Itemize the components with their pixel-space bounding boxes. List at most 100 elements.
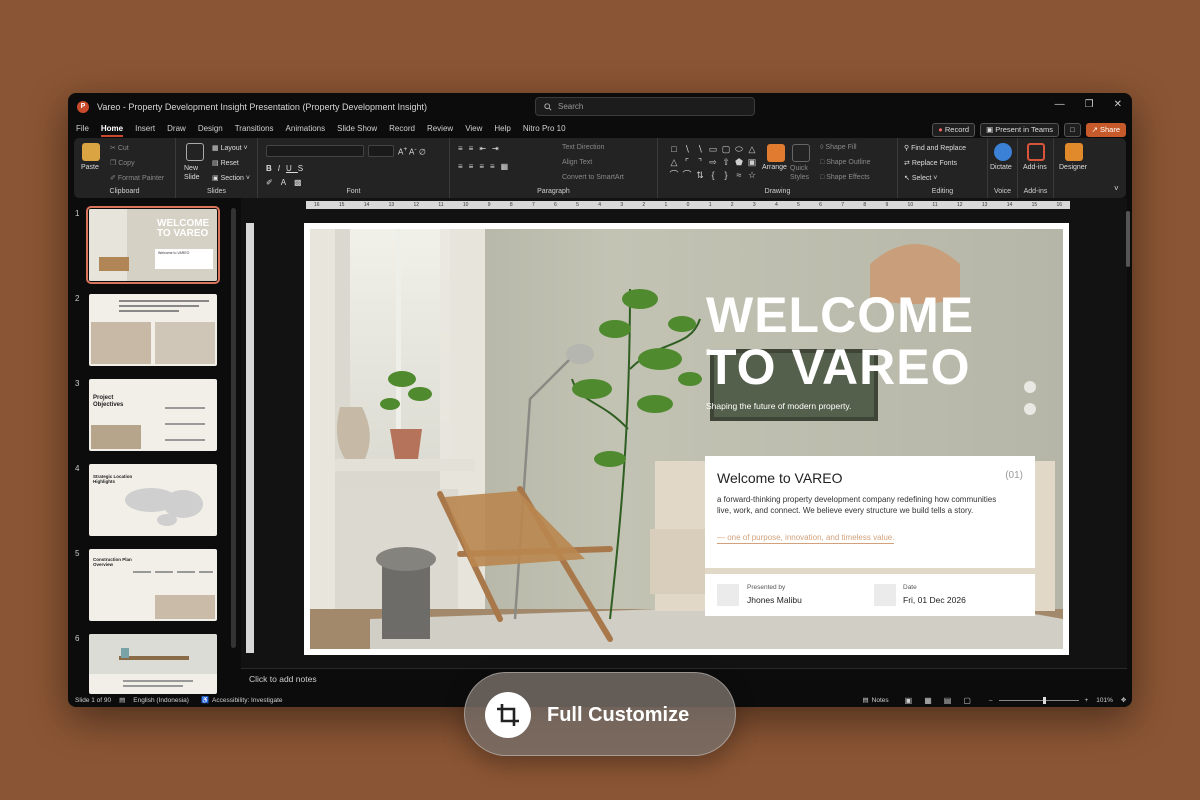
tab-nitro[interactable]: Nitro Pro 10 [523, 120, 566, 138]
rect-shape-icon[interactable]: ▭ [707, 143, 719, 155]
designer-button[interactable]: Designer [1059, 164, 1087, 171]
oval-shape-icon[interactable]: ⬭ [733, 143, 745, 155]
thumbnail-slide-3[interactable]: Project Objectives [89, 379, 217, 451]
zoom-out-icon[interactable]: – [989, 697, 993, 704]
tab-record[interactable]: Record [389, 120, 415, 138]
addins-button[interactable]: Add-ins [1023, 164, 1047, 171]
more-shapes-icon[interactable]: △ [746, 143, 758, 155]
find-replace-button[interactable]: ⚲ Find and Replace [904, 144, 966, 152]
tab-draw[interactable]: Draw [167, 120, 186, 138]
zoom-in-icon[interactable]: + [1085, 697, 1089, 704]
font-format-buttons[interactable]: BIUS [266, 164, 309, 173]
tab-home[interactable]: Home [100, 120, 124, 138]
textbox-shape-icon[interactable]: □ [668, 143, 680, 155]
designer-icon[interactable] [1065, 143, 1083, 161]
restore-icon[interactable]: ❐ [1085, 99, 1094, 110]
bracket-shape-icon[interactable]: ⌝ [694, 156, 706, 168]
comments-button[interactable]: □ [1064, 123, 1081, 137]
slide-canvas[interactable]: WELCOME TO VAREO Shaping the future of m… [304, 223, 1069, 655]
wave-shape-icon[interactable]: ≈ [733, 169, 745, 181]
new-slide-icon[interactable] [186, 143, 204, 161]
select-button[interactable]: ↖ Select ˅ [904, 174, 937, 182]
zoom-slider-thumb[interactable] [1042, 696, 1046, 704]
text-direction-button[interactable]: Text Direction [562, 144, 604, 151]
tab-slide-show[interactable]: Slide Show [337, 120, 377, 138]
copy-button[interactable]: ❐ Copy [110, 159, 135, 167]
tab-file[interactable]: File [76, 120, 89, 138]
arc-shape-icon[interactable]: ⌒ [681, 169, 693, 181]
arrow-up-shape-icon[interactable]: ⇧ [720, 156, 732, 168]
zigzag-shape-icon[interactable]: ⇅ [694, 169, 706, 181]
brace-left-shape-icon[interactable]: { [707, 169, 719, 181]
shape-effects-button[interactable]: □ Shape Effects [820, 174, 870, 181]
search-box[interactable]: Search [535, 97, 755, 116]
align-text-button[interactable]: Align Text [562, 159, 592, 166]
paste-button[interactable]: Paste [81, 164, 99, 171]
shapes-gallery[interactable]: □ ∖ ∖ ▭ ▢ ⬭ △ △ ⌜ ⌝ ⇨ ⇧ ⬟ ▣ ⌒ ⌒ ⇅{} ≈ ☆ [668, 143, 756, 181]
tab-design[interactable]: Design [198, 120, 223, 138]
corner-shape-icon[interactable]: ⌜ [681, 156, 693, 168]
shape-outline-button[interactable]: □ Shape Outline [820, 159, 871, 166]
font-color-buttons[interactable]: ✐A▩ [266, 178, 310, 187]
thumbnail-slide-5[interactable]: Construction Plan Overview [89, 549, 217, 621]
tab-insert[interactable]: Insert [135, 120, 155, 138]
minimize-icon[interactable]: — [1055, 99, 1065, 110]
curve-shape-icon[interactable]: ⌒ [668, 169, 680, 181]
shape-fill-button[interactable]: ◊ Shape Fill [820, 144, 857, 151]
arrange-icon[interactable] [767, 144, 785, 162]
fit-slide-icon[interactable]: ✥ [1121, 696, 1126, 704]
quick-styles-icon[interactable] [792, 144, 810, 162]
tab-review[interactable]: Review [427, 120, 453, 138]
font-size-select[interactable] [368, 145, 394, 157]
section-button[interactable]: ▣ Section ˅ [212, 174, 250, 182]
rounded-rect-shape-icon[interactable]: ▢ [720, 143, 732, 155]
line-shape-icon[interactable]: ∖ [681, 143, 693, 155]
arrow-right-shape-icon[interactable]: ⇨ [707, 156, 719, 168]
pentagon-shape-icon[interactable]: ⬟ [733, 156, 745, 168]
tab-animations[interactable]: Animations [286, 120, 326, 138]
thumbnail-slide-4[interactable]: Strategic Location Highlights [89, 464, 217, 536]
line2-shape-icon[interactable]: ∖ [694, 143, 706, 155]
language-status[interactable]: English (Indonesia) [133, 697, 189, 704]
align-buttons[interactable]: ≡≡≡≡▦ [458, 162, 514, 171]
thumbnails-scrollbar[interactable] [231, 208, 236, 648]
cut-button[interactable]: ✂ Cut [110, 144, 129, 152]
close-icon[interactable]: ✕ [1114, 99, 1122, 110]
collapse-ribbon-icon[interactable]: ˅ [1114, 184, 1119, 193]
thumbnail-slide-2[interactable] [89, 294, 217, 366]
quick-styles-button[interactable]: Quick Styles [790, 164, 814, 182]
dictate-button[interactable]: Dictate [990, 164, 1012, 171]
new-slide-button[interactable]: New Slide [184, 164, 214, 182]
share-button[interactable]: ↗ Share [1085, 123, 1126, 137]
thumbnail-slide-1[interactable]: WELCOME TO VAREO Welcome to VAREO [86, 206, 220, 284]
view-buttons[interactable]: ▣▦▤▢ [905, 696, 983, 705]
present-in-teams-button[interactable]: ▣ Present in Teams [980, 123, 1060, 137]
font-size-buttons[interactable]: A+ A- ∅ [398, 146, 426, 157]
layout-button[interactable]: ▦ Layout ˅ [212, 144, 248, 152]
notes-toggle[interactable]: Notes [872, 697, 889, 704]
replace-fonts-button[interactable]: ⇄ Replace Fonts [904, 159, 957, 167]
editor-scroll-thumb[interactable] [1126, 211, 1130, 267]
tab-view[interactable]: View [465, 120, 482, 138]
editor-scrollbar[interactable] [1126, 203, 1130, 663]
brace-right-shape-icon[interactable]: } [720, 169, 732, 181]
zoom-slider[interactable] [998, 696, 1079, 704]
list-buttons[interactable]: ≡≡⇤⇥ [458, 144, 505, 153]
record-button[interactable]: ● Record [932, 123, 976, 137]
spellcheck-icon[interactable]: ▤ [119, 696, 125, 704]
tab-help[interactable]: Help [494, 120, 510, 138]
thumbnail-slide-6[interactable] [89, 634, 217, 694]
convert-smartart-button[interactable]: Convert to SmartArt [562, 174, 624, 181]
zoom-level[interactable]: 101% [1096, 697, 1113, 704]
star-shape-icon[interactable]: ☆ [746, 169, 758, 181]
format-painter-button[interactable]: ✐ Format Painter [110, 174, 164, 182]
addins-icon[interactable] [1027, 143, 1045, 161]
triangle-shape-icon[interactable]: △ [668, 156, 680, 168]
paste-icon[interactable] [82, 143, 100, 161]
microphone-icon[interactable] [994, 143, 1012, 161]
arrange-button[interactable]: Arrange [762, 164, 787, 171]
tab-transitions[interactable]: Transitions [235, 120, 274, 138]
font-name-select[interactable] [266, 145, 364, 157]
bracket2-shape-icon[interactable]: ▣ [746, 156, 758, 168]
accessibility-status[interactable]: Accessibility: Investigate [212, 697, 282, 704]
